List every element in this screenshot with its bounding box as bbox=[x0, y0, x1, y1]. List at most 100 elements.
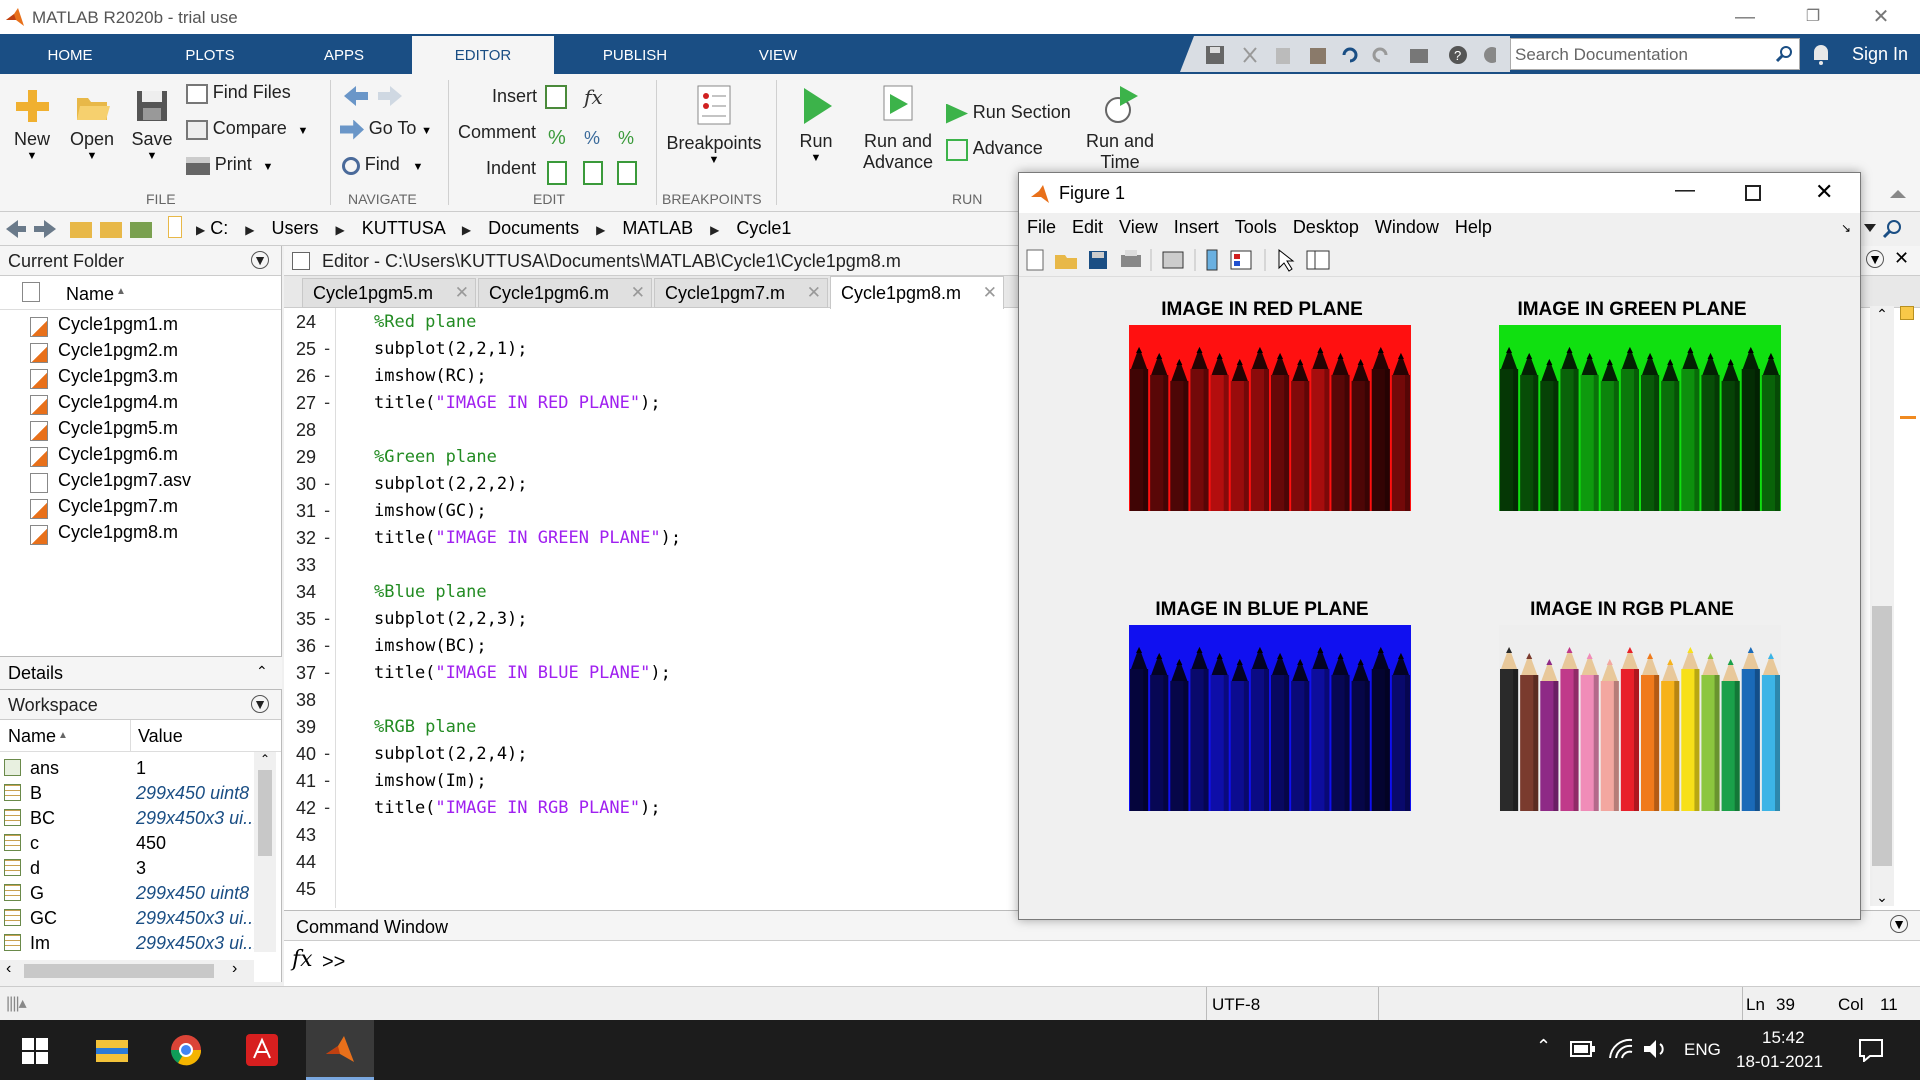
figure-menu-help[interactable]: Help bbox=[1447, 213, 1500, 238]
indent-button[interactable]: Indent bbox=[486, 158, 536, 179]
editor-tab[interactable]: Cycle1pgm5.m ✕ bbox=[302, 278, 476, 308]
workspace-row[interactable]: B 299x450 uint8 bbox=[0, 781, 281, 806]
save-button[interactable]: Save ▼ bbox=[128, 88, 176, 162]
editor-tab[interactable]: Cycle1pgm6.m ✕ bbox=[478, 278, 652, 308]
code-line[interactable]: 43 bbox=[288, 825, 1048, 852]
find-files-button[interactable]: Find Files bbox=[186, 82, 291, 104]
breakpoint-marker[interactable]: - bbox=[322, 636, 332, 656]
tab-publish[interactable]: PUBLISH bbox=[588, 34, 682, 74]
insert-button[interactable]: Insert bbox=[492, 86, 537, 107]
code-area[interactable]: 24 %Red plane 25- subplot(2,2,1); 26- imshow(… bbox=[288, 312, 1048, 906]
code-line[interactable]: 41- imshow(Im); bbox=[288, 771, 1048, 798]
command-input[interactable] bbox=[354, 947, 1894, 977]
code-line[interactable]: 42- title("IMAGE IN RGB PLANE"); bbox=[288, 798, 1048, 825]
function-browser-icon[interactable]: fx bbox=[292, 947, 313, 972]
edit-tool-icons[interactable]: fx % % % bbox=[544, 82, 644, 194]
code-line[interactable]: 36- imshow(BC); bbox=[288, 636, 1048, 663]
breadcrumb-cycle1[interactable]: Cycle1 bbox=[736, 218, 791, 238]
workspace-row[interactable]: ans 1 bbox=[0, 756, 281, 781]
wifi-icon[interactable] bbox=[1608, 1038, 1634, 1060]
breadcrumb-documents[interactable]: Documents bbox=[488, 218, 579, 238]
code-line[interactable]: 31- imshow(GC); bbox=[288, 501, 1048, 528]
tab-apps[interactable]: APPS bbox=[302, 34, 386, 74]
run-section-button[interactable]: Run Section bbox=[946, 102, 1071, 124]
figure-maximize-button[interactable] bbox=[1745, 185, 1761, 201]
close-tab-icon[interactable]: ✕ bbox=[807, 283, 821, 303]
figure-menu-desktop[interactable]: Desktop bbox=[1285, 213, 1367, 238]
breakpoint-marker[interactable]: - bbox=[322, 528, 332, 548]
workspace-hscrollbar[interactable]: ‹ › bbox=[0, 960, 254, 982]
code-line[interactable]: 35- subplot(2,2,3); bbox=[288, 609, 1048, 636]
file-list-item[interactable]: Cycle1pgm8.m bbox=[0, 522, 281, 548]
editor-tab-active[interactable]: Cycle1pgm8.m ✕ bbox=[830, 276, 1004, 309]
figure-menu-tools[interactable]: Tools bbox=[1227, 213, 1285, 238]
notification-center-icon[interactable] bbox=[1858, 1038, 1884, 1062]
search-documentation-input[interactable]: Search Documentation bbox=[1510, 38, 1800, 70]
collapse-icon[interactable]: ⌃ bbox=[256, 663, 268, 680]
workspace-column-header[interactable]: Name ▲ Value bbox=[0, 720, 281, 752]
file-list-item[interactable]: Cycle1pgm1.m bbox=[0, 314, 281, 340]
code-line[interactable]: 28 bbox=[288, 420, 1048, 447]
figure-menu-view[interactable]: View bbox=[1111, 213, 1166, 238]
file-list-item[interactable]: Cycle1pgm7.asv bbox=[0, 470, 281, 496]
address-right-icons[interactable] bbox=[1864, 218, 1904, 240]
advance-button[interactable]: Advance bbox=[946, 138, 1043, 161]
comment-button[interactable]: Comment bbox=[458, 122, 536, 143]
code-line[interactable]: 44 bbox=[288, 852, 1048, 879]
code-line[interactable]: 30- subplot(2,2,2); bbox=[288, 474, 1048, 501]
figure-menu-edit[interactable]: Edit bbox=[1064, 213, 1111, 238]
code-line[interactable]: 24 %Red plane bbox=[288, 312, 1048, 339]
workspace-row[interactable]: d3 bbox=[0, 856, 281, 881]
tab-view[interactable]: VIEW bbox=[736, 34, 820, 74]
code-line[interactable]: 39 %RGB plane bbox=[288, 717, 1048, 744]
find-button[interactable]: Find ▼ bbox=[342, 154, 423, 175]
workspace-row[interactable]: G 299x450 uint8 bbox=[0, 881, 281, 906]
matlab-taskbar-button[interactable] bbox=[306, 1020, 374, 1080]
panel-menu-icon[interactable]: ▼ bbox=[251, 695, 269, 713]
windows-start-icon[interactable] bbox=[22, 1038, 48, 1064]
new-button[interactable]: New ▼ bbox=[12, 88, 52, 162]
code-line[interactable]: 38 bbox=[288, 690, 1048, 717]
restore-button[interactable]: ❐ bbox=[1784, 0, 1842, 34]
breadcrumb-kuttusa[interactable]: KUTTUSA bbox=[362, 218, 445, 238]
editor-vscrollbar[interactable]: ⌃ ⌄ bbox=[1870, 306, 1894, 906]
code-analyzer-indicator[interactable] bbox=[1900, 306, 1914, 320]
figure-minimize-button[interactable]: — bbox=[1675, 179, 1695, 202]
breakpoint-marker[interactable]: - bbox=[322, 501, 332, 521]
tab-plots[interactable]: PLOTS bbox=[168, 34, 252, 74]
breakpoint-marker[interactable]: - bbox=[322, 744, 332, 764]
folder-column-header[interactable]: Name ▲ bbox=[0, 276, 281, 310]
breakpoints-button[interactable]: Breakpoints ▼ bbox=[666, 84, 762, 166]
run-and-time-button[interactable]: Run and Time bbox=[1082, 84, 1158, 173]
file-list-item[interactable]: Cycle1pgm5.m bbox=[0, 418, 281, 444]
breakpoint-marker[interactable]: - bbox=[322, 366, 332, 386]
clock-date[interactable]: 18-01-2021 bbox=[1736, 1052, 1823, 1072]
collapse-toolstrip-icon[interactable] bbox=[1888, 186, 1908, 200]
code-line[interactable]: 37- title("IMAGE IN BLUE PLANE"); bbox=[288, 663, 1048, 690]
details-panel-header[interactable]: Details ⌃ bbox=[0, 656, 282, 690]
volume-icon[interactable] bbox=[1642, 1038, 1668, 1060]
code-line[interactable]: 33 bbox=[288, 555, 1048, 582]
breadcrumb-users[interactable]: Users bbox=[272, 218, 319, 238]
breakpoint-marker[interactable]: - bbox=[322, 393, 332, 413]
panel-menu-icon[interactable]: ▼ bbox=[1890, 915, 1908, 933]
breakpoint-marker[interactable]: - bbox=[322, 339, 332, 359]
workspace-vscrollbar[interactable]: ⌃ bbox=[254, 752, 276, 952]
show-hidden-icons[interactable]: ⌃ bbox=[1536, 1036, 1551, 1057]
code-line[interactable]: 45 bbox=[288, 879, 1048, 906]
breakpoint-marker[interactable]: - bbox=[322, 474, 332, 494]
figure-close-button[interactable]: ✕ bbox=[1815, 179, 1833, 205]
code-line[interactable]: 32- title("IMAGE IN GREEN PLANE"); bbox=[288, 528, 1048, 555]
bell-icon[interactable] bbox=[1810, 42, 1832, 66]
code-line[interactable]: 40- subplot(2,2,4); bbox=[288, 744, 1048, 771]
print-button[interactable]: Print ▼ bbox=[186, 154, 273, 175]
workspace-row[interactable]: c 450 bbox=[0, 831, 281, 856]
code-line[interactable]: 27- title("IMAGE IN RED PLANE"); bbox=[288, 393, 1048, 420]
warning-marker[interactable] bbox=[1900, 416, 1916, 419]
breadcrumb-drive[interactable]: C: bbox=[210, 218, 228, 238]
tab-editor[interactable]: EDITOR bbox=[412, 36, 554, 74]
code-line[interactable]: 25- subplot(2,2,1); bbox=[288, 339, 1048, 366]
clock-time[interactable]: 15:42 bbox=[1762, 1028, 1805, 1048]
breakpoint-marker[interactable]: - bbox=[322, 663, 332, 683]
close-button[interactable]: ✕ bbox=[1852, 0, 1910, 34]
